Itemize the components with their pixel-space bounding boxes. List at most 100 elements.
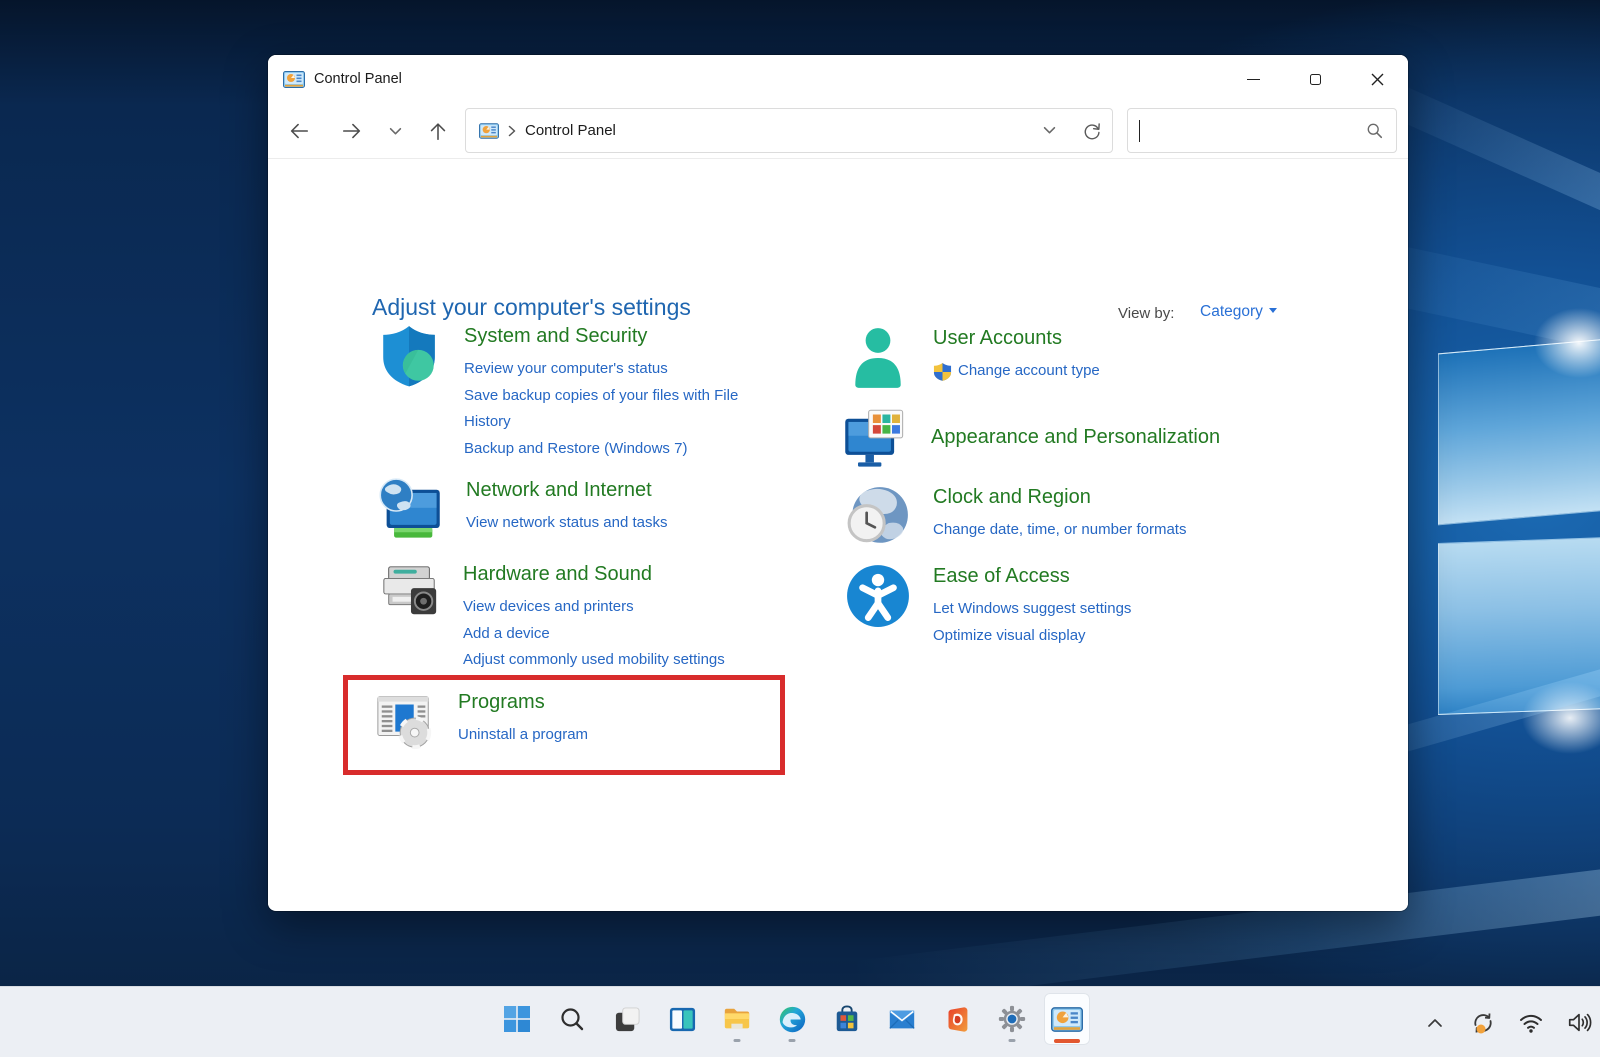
tray-expand-chevron-icon (1427, 1018, 1443, 1028)
chevron-down-icon (1269, 308, 1277, 313)
up-arrow-icon (427, 120, 449, 142)
category-link[interactable]: Backup and Restore (Windows 7) (464, 436, 786, 463)
settings-gear-icon (998, 1005, 1026, 1033)
search-icon (559, 1006, 585, 1032)
windows-logo-pane (1438, 537, 1600, 715)
active-window-indicator (1054, 1039, 1080, 1044)
category-link[interactable]: Change date, time, or number formats (933, 517, 1277, 544)
category-title[interactable]: Programs (458, 689, 780, 715)
control-panel-window: Control Panel (268, 55, 1408, 911)
refresh-button[interactable] (1082, 121, 1102, 141)
office-button[interactable] (934, 993, 980, 1045)
category-title[interactable]: Hardware and Sound (463, 561, 785, 587)
running-indicator (789, 1039, 796, 1043)
category-user-accounts: User Accounts Change account type (845, 325, 1277, 391)
widgets-button[interactable] (659, 993, 705, 1045)
start-button[interactable] (494, 993, 540, 1045)
category-link[interactable]: Optimize visual display (933, 623, 1277, 650)
search-icon (1366, 122, 1383, 139)
category-link[interactable]: Let Windows suggest settings (933, 596, 1277, 623)
category-title[interactable]: System and Security (464, 323, 786, 349)
category-title[interactable]: Ease of Access (933, 563, 1277, 589)
category-link[interactable]: Adjust commonly used mobility settings (463, 647, 785, 674)
task-view-button[interactable] (604, 993, 650, 1045)
running-indicator (1009, 1039, 1016, 1043)
ease-of-access-icon[interactable] (845, 563, 911, 629)
file-explorer-button[interactable] (714, 993, 760, 1045)
wifi-tray-button[interactable] (1518, 1010, 1544, 1036)
tray-expand-button[interactable] (1422, 1010, 1448, 1036)
category-link[interactable]: Change account type (958, 358, 1100, 385)
shield-icon[interactable] (376, 323, 442, 389)
address-dropdown-button[interactable] (1043, 124, 1056, 137)
volume-icon (1566, 1009, 1592, 1036)
user-icon[interactable] (845, 325, 911, 391)
back-arrow-icon (288, 120, 310, 142)
address-bar[interactable]: Control Panel (465, 108, 1113, 153)
category-link[interactable]: Review your computer's status (464, 356, 786, 383)
control-panel-icon (283, 71, 305, 88)
category-link[interactable]: View network status and tasks (466, 510, 788, 537)
personalization-monitor-icon[interactable] (841, 406, 909, 474)
up-button[interactable] (424, 117, 452, 145)
recent-pages-chevron-icon (389, 125, 402, 138)
breadcrumb-location[interactable]: Control Panel (525, 122, 616, 139)
category-title[interactable]: User Accounts (933, 325, 1277, 351)
maximize-button[interactable] (1284, 55, 1346, 103)
file-explorer-icon (722, 1004, 752, 1034)
category-title[interactable]: Network and Internet (466, 477, 788, 503)
start-icon (503, 1005, 531, 1033)
title-bar[interactable]: Control Panel (268, 55, 1408, 103)
taskbar (0, 986, 1600, 1057)
forward-button[interactable] (338, 117, 366, 145)
view-by-dropdown[interactable]: Category (1200, 303, 1277, 321)
close-button[interactable] (1346, 55, 1408, 103)
running-indicator (734, 1039, 741, 1043)
category-system-and-security: System and Security Review your computer… (376, 323, 786, 462)
breadcrumb-chevron-icon (508, 125, 516, 137)
category-link[interactable]: View devices and printers (463, 594, 785, 621)
category-link[interactable]: Uninstall a program (458, 722, 780, 749)
text-caret (1139, 120, 1140, 142)
search-input[interactable] (1127, 108, 1397, 153)
recent-pages-button[interactable] (381, 117, 409, 145)
desktop-wallpaper: Control Panel (0, 0, 1600, 1057)
settings-button[interactable] (989, 993, 1035, 1045)
printer-icon[interactable] (379, 561, 441, 623)
category-network-and-internet: Network and Internet View network status… (376, 477, 788, 545)
back-button[interactable] (285, 117, 313, 145)
category-link[interactable]: Add a device (463, 621, 785, 648)
control-panel-icon (1051, 1007, 1083, 1032)
windows-logo-pane (1438, 339, 1600, 526)
category-title[interactable]: Appearance and Personalization (931, 424, 1220, 450)
control-panel-taskbar-button[interactable] (1044, 993, 1090, 1045)
view-by-value: Category (1200, 303, 1263, 320)
windows-hero-logo (1434, 330, 1600, 720)
clock-globe-icon[interactable] (845, 484, 911, 550)
view-by-label: View by: (1118, 305, 1174, 322)
volume-tray-button[interactable] (1566, 1010, 1592, 1036)
category-ease-of-access: Ease of Access Let Windows suggest setti… (845, 563, 1277, 649)
category-clock-and-region: Clock and Region Change date, time, or n… (845, 484, 1277, 550)
forward-arrow-icon (341, 120, 363, 142)
category-appearance-and-personalization: Appearance and Personalization (841, 402, 1220, 474)
minimize-button[interactable] (1222, 55, 1284, 103)
category-link[interactable]: Save backup copies of your files with Fi… (464, 383, 786, 436)
widgets-icon (668, 1005, 697, 1034)
navigation-bar: Control Panel (268, 103, 1408, 159)
edge-icon (778, 1005, 807, 1034)
page-title: Adjust your computer's settings (372, 294, 691, 321)
control-panel-icon (479, 123, 499, 139)
mail-button[interactable] (879, 993, 925, 1045)
edge-button[interactable] (769, 993, 815, 1045)
store-button[interactable] (824, 993, 870, 1045)
category-hardware-and-sound: Hardware and Sound View devices and prin… (379, 561, 785, 674)
network-globe-icon[interactable] (376, 477, 444, 545)
close-icon (1371, 73, 1384, 86)
category-title[interactable]: Clock and Region (933, 484, 1277, 510)
update-tray-button[interactable] (1470, 1010, 1496, 1036)
programs-disc-icon[interactable] (374, 689, 436, 751)
taskbar-search-button[interactable] (549, 993, 595, 1045)
uac-shield-icon (933, 362, 952, 381)
minimize-icon (1247, 79, 1260, 80)
